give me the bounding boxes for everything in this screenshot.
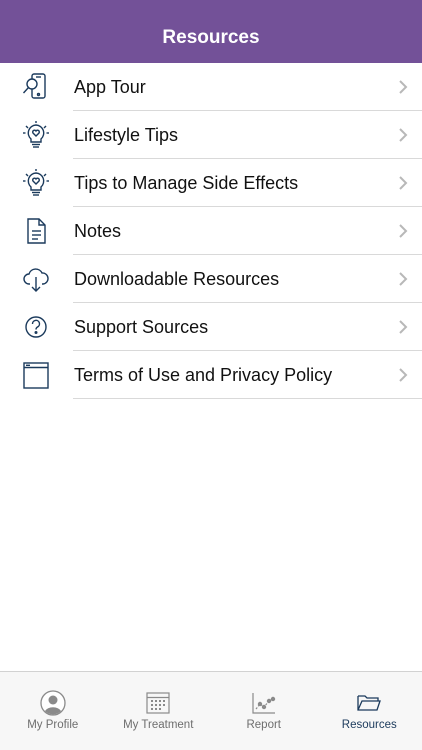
phone-search-icon: [20, 71, 52, 103]
document-icon: [20, 215, 52, 247]
list-item-support-sources[interactable]: Support Sources: [0, 303, 422, 351]
tab-resources[interactable]: Resources: [317, 672, 422, 750]
list-item-app-tour[interactable]: App Tour: [0, 63, 422, 111]
list-item-label: Support Sources: [74, 316, 209, 337]
row-divider: [73, 398, 422, 399]
question-circle-icon: [20, 311, 52, 343]
list-item-label: Downloadable Resources: [74, 268, 280, 289]
bottom-tab-bar: My Profile My Treatment Report Resources: [0, 671, 422, 750]
tab-label: My Profile: [27, 719, 79, 731]
top-navigation-bar: Resources: [0, 0, 422, 63]
resources-list: App Tour Lifestyle Tips Tips to Manage S…: [0, 63, 422, 399]
folder-icon: [355, 690, 383, 716]
cloud-download-icon: [20, 263, 52, 295]
tab-my-treatment[interactable]: My Treatment: [106, 672, 212, 750]
tab-label: My Treatment: [123, 719, 194, 731]
list-item-tips-side-effects[interactable]: Tips to Manage Side Effects: [0, 159, 422, 207]
page-title: Resources: [162, 27, 260, 48]
list-item-downloadable-resources[interactable]: Downloadable Resources: [0, 255, 422, 303]
calendar-icon: [144, 690, 172, 716]
tab-my-profile[interactable]: My Profile: [0, 672, 106, 750]
chevron-right-icon: [399, 128, 408, 142]
tab-report[interactable]: Report: [211, 672, 317, 750]
list-item-label: Tips to Manage Side Effects: [74, 172, 299, 193]
chevron-right-icon: [399, 272, 408, 286]
tab-label: Report: [246, 719, 282, 731]
list-item-terms-privacy[interactable]: Terms of Use and Privacy Policy: [0, 351, 422, 399]
list-item-label: Terms of Use and Privacy Policy: [74, 364, 333, 385]
lightbulb-heart-icon: [20, 167, 52, 199]
list-item-notes[interactable]: Notes: [0, 207, 422, 255]
list-item-lifestyle-tips[interactable]: Lifestyle Tips: [0, 111, 422, 159]
browser-window-icon: [20, 359, 52, 391]
profile-icon: [39, 690, 67, 716]
chevron-right-icon: [399, 368, 408, 382]
list-item-label: Notes: [74, 220, 122, 241]
lightbulb-heart-icon: [20, 119, 52, 151]
chart-icon: [250, 690, 278, 716]
list-item-label: Lifestyle Tips: [74, 124, 179, 145]
chevron-right-icon: [399, 320, 408, 334]
tab-label: Resources: [341, 719, 397, 731]
chevron-right-icon: [399, 224, 408, 238]
chevron-right-icon: [399, 176, 408, 190]
list-item-label: App Tour: [74, 76, 146, 97]
chevron-right-icon: [399, 80, 408, 94]
